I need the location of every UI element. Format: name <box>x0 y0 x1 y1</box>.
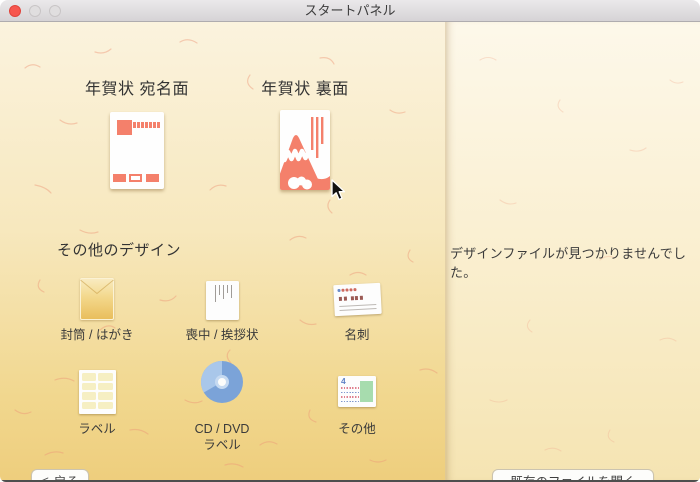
window-title: スタートパネル <box>304 3 396 18</box>
title-bar: スタートパネル <box>0 0 700 22</box>
mochu-aisatsujo-label: 喪中 / 挨拶状 <box>185 328 259 342</box>
item-other[interactable]: 4 その他 <box>297 362 417 437</box>
other-design-icon: 4 <box>338 376 376 407</box>
content-area: 年賀状 宛名面 年賀状 裏面 その他のデザイン 封筒 / はがき 喪中 / 挨拶… <box>0 22 700 482</box>
cd-dvd-label: CD / DVD ラベル <box>194 422 250 452</box>
envelope-icon <box>80 278 114 320</box>
item-label[interactable]: ラベル <box>37 362 157 437</box>
item-meishi[interactable]: 名刺 <box>297 272 417 343</box>
address-bar <box>146 174 159 182</box>
start-panel-window: スタートパネル 年賀状 宛名面 年賀状 裏面 その他のデザイン 封筒 / はがき… <box>0 0 700 482</box>
no-design-files-message: デザインファイルが見つかりませんでした。 <box>450 246 687 280</box>
cd-dvd-icon <box>200 360 244 409</box>
business-card-icon <box>332 282 382 317</box>
address-bar <box>113 174 126 182</box>
address-bar <box>129 174 142 182</box>
item-nengajo-design-side[interactable]: 年賀状 裏面 <box>245 80 365 190</box>
mourning-card-icon <box>205 281 239 320</box>
minimize-icon[interactable] <box>29 5 41 17</box>
postcard-design-icon <box>280 110 330 190</box>
item-envelope-hagaki[interactable]: 封筒 / はがき <box>37 272 157 343</box>
label-label: ラベル <box>78 422 116 436</box>
label-sheet-icon <box>78 370 116 414</box>
item-mochu-aisatsujo[interactable]: 喪中 / 挨拶状 <box>162 272 282 343</box>
item-nengajo-address-side[interactable]: 年賀状 宛名面 <box>77 80 197 189</box>
postcard-address-icon <box>110 112 164 189</box>
other-label: その他 <box>338 422 376 436</box>
stamp-shape <box>117 120 132 135</box>
nengajo-address-label: 年賀状 宛名面 <box>85 81 189 98</box>
zip-boxes <box>133 122 160 128</box>
item-cd-dvd-label[interactable]: CD / DVD ラベル <box>162 360 282 453</box>
other-designs-heading: その他のデザイン <box>57 242 182 259</box>
envelope-hagaki-label: 封筒 / はがき <box>60 328 134 342</box>
zoom-icon[interactable] <box>49 5 61 17</box>
close-icon[interactable] <box>9 5 21 17</box>
nengajo-design-label: 年賀状 裏面 <box>261 81 349 98</box>
meishi-label: 名刺 <box>344 328 370 342</box>
mouse-cursor-icon <box>331 179 346 201</box>
